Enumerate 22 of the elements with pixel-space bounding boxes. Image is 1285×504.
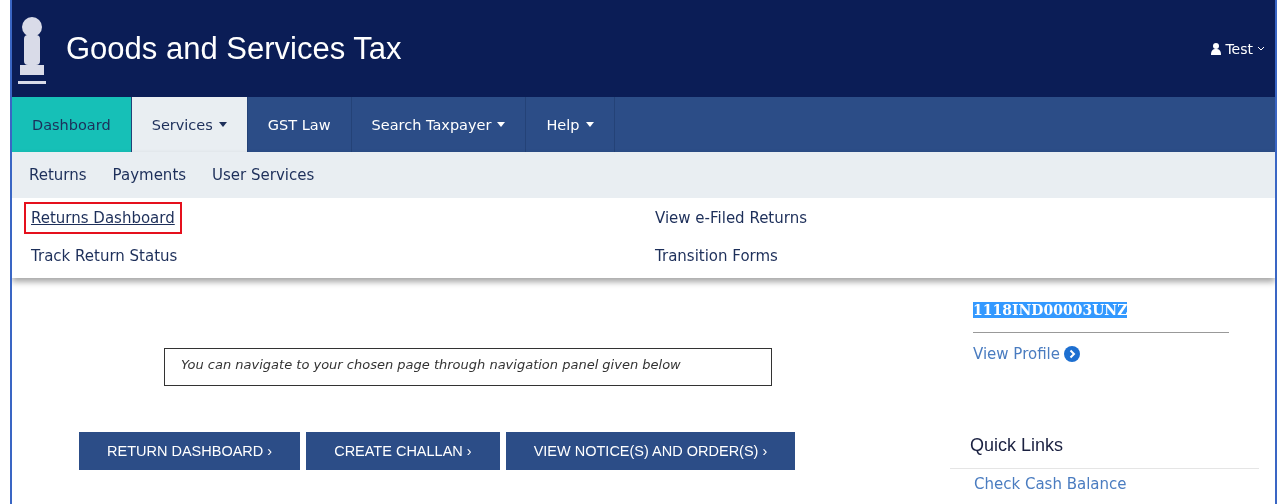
menu-category[interactable]: Payments	[99, 166, 200, 184]
quick-links-title: Quick Links	[970, 435, 1065, 456]
user-menu[interactable]: Test	[1211, 40, 1265, 57]
nav-button[interactable]: VIEW NOTICE(S) AND ORDER(S) ›	[505, 432, 796, 470]
notice-text: You can navigate to your chosen page through navigation panel given below	[164, 348, 772, 386]
chevron-icon	[1257, 46, 1265, 51]
gstin-text: 1118IND00003UNZ	[973, 302, 1128, 318]
quick-link[interactable]: Check Cash Balance	[974, 475, 1127, 493]
menu-category[interactable]: User Services	[199, 166, 328, 184]
menu-link[interactable]: Returns Dashboard	[24, 202, 182, 234]
chevron-circle-icon	[1064, 346, 1080, 362]
site-title: Goods and Services Tax	[66, 30, 403, 67]
nav-tab[interactable]: Services	[131, 97, 248, 152]
view-profile-link[interactable]: View Profile	[973, 345, 1080, 363]
menu-link[interactable]: Transition Forms	[648, 240, 785, 272]
nav-button[interactable]: CREATE CHALLAN ›	[306, 432, 500, 470]
menu-link[interactable]: Track Return Status	[24, 240, 185, 272]
menu-link[interactable]: View e-Filed Returns	[648, 202, 814, 234]
user-icon	[1211, 42, 1222, 55]
nav-tab[interactable]: Dashboard	[12, 97, 132, 152]
nav-button[interactable]: RETURN DASHBOARD ›	[79, 432, 301, 470]
menu-category[interactable]: Returns	[16, 166, 100, 184]
